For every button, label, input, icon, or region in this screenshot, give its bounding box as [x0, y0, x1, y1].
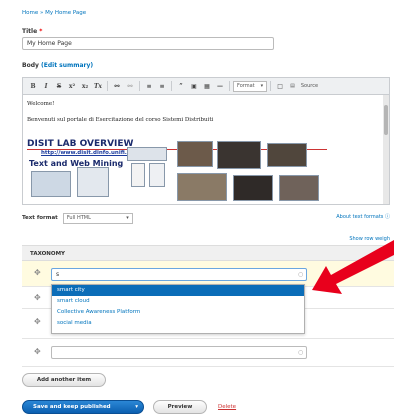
- breadcrumb[interactable]: Home » My Home Page: [22, 10, 86, 16]
- delete-link[interactable]: Delete: [218, 404, 236, 410]
- chevron-down-icon: ▾: [260, 83, 264, 89]
- screenshot-thumbnail: [77, 167, 109, 197]
- blockquote-icon[interactable]: ”: [175, 80, 187, 92]
- maximize-icon[interactable]: □: [274, 80, 286, 92]
- horizontal-rule-icon[interactable]: —: [214, 80, 226, 92]
- autocomplete-throbber-icon: ○: [298, 349, 304, 356]
- help-icon: ⓘ: [384, 214, 390, 220]
- title-label: Title *: [22, 28, 42, 35]
- subscript-button[interactable]: x₂: [79, 80, 91, 92]
- drag-handle-icon[interactable]: ✥: [34, 317, 41, 326]
- edit-summary-link[interactable]: (Edit summary): [41, 62, 93, 69]
- autocomplete-option[interactable]: smart city: [52, 285, 304, 296]
- disit-banner-image: DISIT LAB OVERVIEW http://www.disit.dinf…: [27, 139, 327, 204]
- image-icon[interactable]: ▣: [188, 80, 200, 92]
- body-label: Body (Edit summary): [22, 62, 93, 69]
- toolbar-separator: [139, 81, 140, 91]
- editor-scrollbar[interactable]: [383, 95, 389, 204]
- taxonomy-header: TAXONOMY: [22, 245, 394, 261]
- drag-handle-icon[interactable]: ✥: [34, 293, 41, 302]
- about-text-formats-label: About text formats: [336, 214, 384, 220]
- photo-thumbnail: [233, 175, 273, 201]
- numbered-list-icon[interactable]: ≡: [156, 80, 168, 92]
- preview-button[interactable]: Preview: [153, 400, 207, 414]
- editor-toolbar: B I S x² x₂ Tx ⚯ ⚯ ≡ ≡ ” ▣ ▦ — Format ▾ …: [22, 77, 390, 95]
- autocomplete-option[interactable]: smart cloud: [52, 296, 304, 307]
- toolbar-separator: [107, 81, 108, 91]
- remove-format-button[interactable]: Tx: [92, 80, 104, 92]
- screenshot-thumbnail: [31, 171, 71, 197]
- doc-thumbnail: [149, 163, 165, 187]
- save-button-label: Save and keep published: [33, 404, 111, 410]
- italic-button[interactable]: I: [40, 80, 52, 92]
- save-button[interactable]: Save and keep published ▾: [22, 400, 144, 414]
- required-mark: *: [39, 28, 43, 35]
- toolbar-separator: [171, 81, 172, 91]
- show-row-weights-link[interactable]: Show row weigh: [349, 236, 390, 242]
- unlink-icon[interactable]: ⚯: [124, 80, 136, 92]
- strike-button[interactable]: S: [53, 80, 65, 92]
- superscript-button[interactable]: x²: [66, 80, 78, 92]
- autocomplete-dropdown: smart city smart cloud Collective Awaren…: [51, 284, 305, 334]
- text-format-value: Full HTML: [66, 215, 91, 221]
- bold-button[interactable]: B: [27, 80, 39, 92]
- drag-handle-icon[interactable]: ✥: [34, 347, 41, 356]
- title-label-text: Title: [22, 28, 38, 35]
- photo-thumbnail: [279, 175, 319, 201]
- taxonomy-input-text: s: [56, 271, 60, 278]
- photo-thumbnail: [177, 173, 227, 201]
- link-icon[interactable]: ⚯: [111, 80, 123, 92]
- autocomplete-option[interactable]: Collective Awareness Platform: [52, 307, 304, 318]
- rich-text-editor[interactable]: Welcome! Benvenuti sul portale di Eserci…: [22, 95, 390, 205]
- source-button[interactable]: ▤ Source: [287, 81, 321, 92]
- autocomplete-throbber-icon: ○: [298, 271, 304, 278]
- scrollbar-thumb[interactable]: [384, 105, 388, 135]
- taxonomy-autocomplete-input[interactable]: s: [51, 268, 307, 281]
- doc-thumbnail: [131, 163, 145, 187]
- autocomplete-option[interactable]: social media: [52, 318, 304, 329]
- toolbar-separator: [270, 81, 272, 91]
- photo-thumbnail: [267, 143, 307, 167]
- chevron-down-icon: ▾: [126, 215, 129, 221]
- banner-url: http://www.disit.dinfo.unifi.it: [41, 150, 132, 156]
- add-another-item-button[interactable]: Add another item: [22, 373, 106, 387]
- photo-thumbnail: [177, 141, 213, 167]
- photo-thumbnail: [217, 141, 261, 169]
- chevron-down-icon[interactable]: ▾: [135, 404, 138, 410]
- diagram-thumbnail: [127, 147, 167, 161]
- source-label: Source: [300, 83, 319, 89]
- format-select-label: Format: [237, 83, 255, 89]
- taxonomy-row: ✥ ○: [22, 339, 394, 367]
- node-edit-page: Home » My Home Page Title * My Home Page…: [0, 0, 394, 418]
- about-text-formats-link[interactable]: About text formats ⓘ: [336, 213, 390, 220]
- bullet-list-icon[interactable]: ≡: [143, 80, 155, 92]
- table-icon[interactable]: ▦: [201, 80, 213, 92]
- format-select[interactable]: Format ▾: [233, 80, 268, 92]
- taxonomy-empty-input[interactable]: [51, 346, 307, 359]
- drag-handle-icon[interactable]: ✥: [34, 268, 41, 277]
- editor-intro-text: Benvenuti sul portale di Esercitazione d…: [27, 117, 214, 123]
- editor-welcome-text: Welcome!: [27, 101, 55, 107]
- toolbar-separator: [229, 81, 230, 91]
- banner-title: DISIT LAB OVERVIEW: [27, 139, 134, 149]
- body-label-text: Body: [22, 62, 39, 69]
- text-format-label: Text format: [22, 215, 58, 221]
- title-input[interactable]: My Home Page: [22, 37, 274, 50]
- text-format-select[interactable]: Full HTML ▾: [62, 212, 133, 224]
- source-icon: ▤: [290, 83, 295, 89]
